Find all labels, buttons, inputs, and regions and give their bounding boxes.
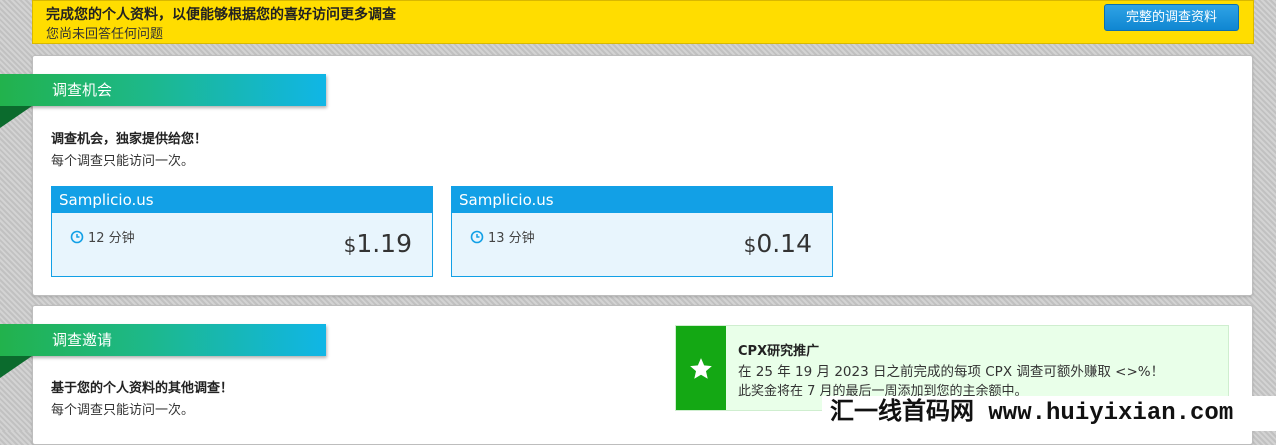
ribbon-fold bbox=[0, 356, 32, 378]
star-icon bbox=[690, 358, 712, 379]
opportunities-heading: 调查机会，独家提供给您！ bbox=[51, 132, 208, 147]
promo-icon-strip bbox=[676, 326, 726, 410]
complete-profile-button[interactable]: 完整的调查资料 bbox=[1104, 4, 1239, 31]
survey-provider: Samplicio.us bbox=[52, 187, 432, 213]
currency-symbol: $ bbox=[743, 233, 757, 257]
promo-title: CPX研究推广 bbox=[738, 344, 820, 359]
invitations-heading: 基于您的个人资料的其他调查！ bbox=[51, 381, 234, 396]
opportunities-subheading: 每个调查只能访问一次。 bbox=[51, 154, 195, 169]
clock-icon bbox=[470, 230, 484, 244]
survey-reward: $0.14 bbox=[744, 229, 812, 258]
section-ribbon-invitations: 调查邀请 bbox=[0, 324, 326, 356]
notice-subtitle: 您尚未回答任何问题 bbox=[46, 27, 164, 42]
ribbon-fold bbox=[0, 106, 32, 128]
ribbon-label: 调查机会 bbox=[52, 81, 113, 99]
clock-icon bbox=[70, 230, 84, 244]
survey-reward: $1.19 bbox=[344, 229, 412, 258]
profile-notice: 完成您的个人资料，以便能够根据您的喜好访问更多调查 您尚未回答任何问题 完整的调… bbox=[32, 0, 1254, 44]
site-watermark: 汇一线首码网 www.huiyixian.com bbox=[822, 396, 1276, 431]
survey-provider: Samplicio.us bbox=[452, 187, 832, 213]
survey-duration: 13 分钟 bbox=[470, 227, 535, 246]
promo-line-1: 在 25 年 19 月 2023 日之前完成的每项 CPX 调查可额外赚取 <>… bbox=[738, 364, 1165, 380]
survey-duration: 12 分钟 bbox=[70, 227, 135, 246]
section-ribbon-opportunities: 调查机会 bbox=[0, 74, 326, 106]
invitations-subheading: 每个调查只能访问一次。 bbox=[51, 403, 195, 418]
reward-amount: 0.14 bbox=[756, 229, 812, 258]
survey-card[interactable]: Samplicio.us 12 分钟 $1.19 bbox=[51, 186, 433, 277]
ribbon-label: 调查邀请 bbox=[52, 331, 113, 349]
duration-text: 12 分钟 bbox=[88, 231, 135, 246]
notice-title: 完成您的个人资料，以便能够根据您的喜好访问更多调查 bbox=[46, 7, 396, 23]
currency-symbol: $ bbox=[343, 233, 357, 257]
survey-card[interactable]: Samplicio.us 13 分钟 $0.14 bbox=[451, 186, 833, 277]
duration-text: 13 分钟 bbox=[488, 231, 535, 246]
reward-amount: 1.19 bbox=[356, 229, 412, 258]
